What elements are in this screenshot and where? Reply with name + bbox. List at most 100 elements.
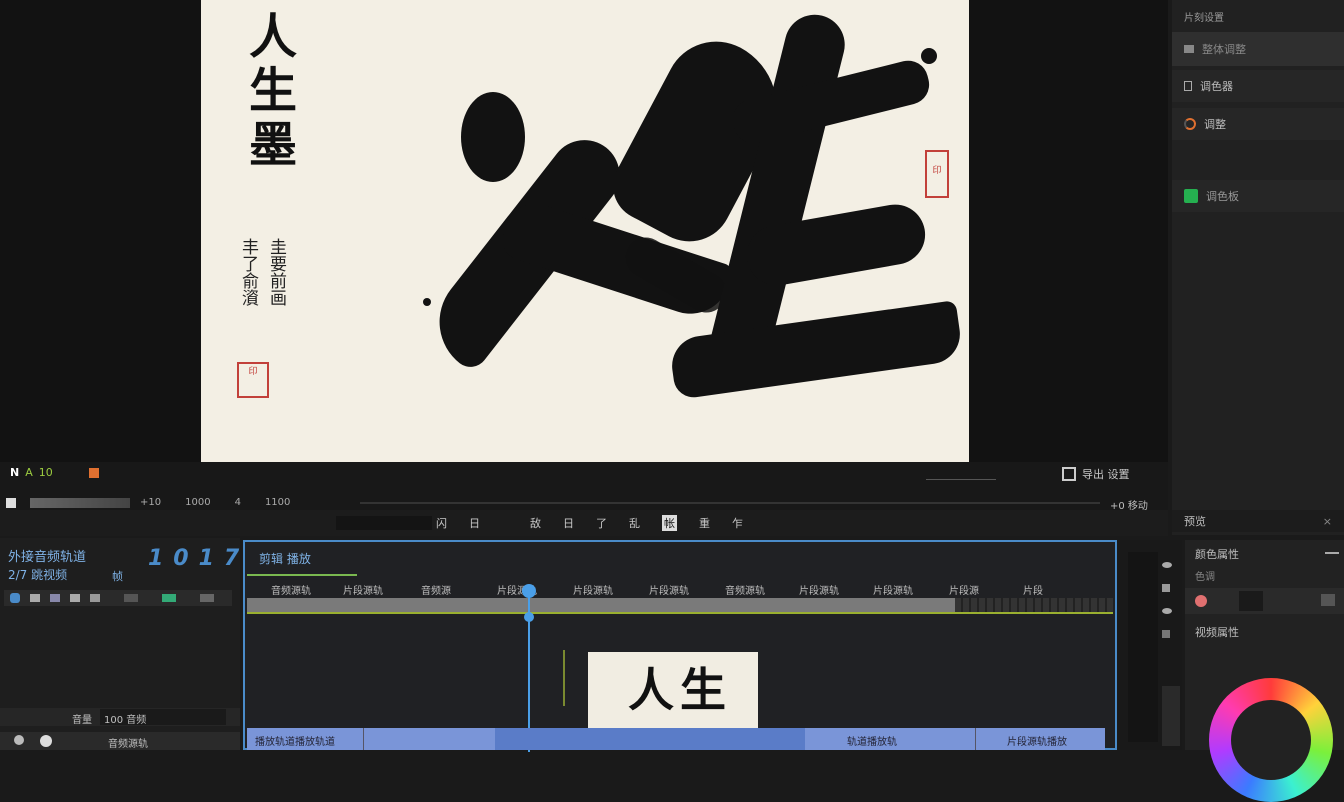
value-field[interactable] [1239, 591, 1263, 611]
bottom-label: 音频源轨 [108, 739, 148, 750]
visibility-icon[interactable] [1162, 608, 1172, 614]
ruler-label: 音频源轨 [725, 586, 765, 597]
color-swatch-icon[interactable] [1195, 595, 1207, 607]
dropdown-icon[interactable] [1321, 594, 1335, 606]
time-field[interactable]: 4 [235, 497, 241, 508]
calligraphy-canvas: 人 生 墨 丰了​俞​澬 圭​要​前​画 印 印 [201, 0, 969, 462]
playhead-knob[interactable] [524, 612, 534, 622]
color-wheel-center [1231, 700, 1311, 780]
time-field[interactable]: 1100 [265, 497, 290, 508]
audio-meter [1128, 552, 1158, 742]
time-fields: +10 1000 4 1100 [140, 497, 290, 508]
record-icon[interactable] [14, 735, 24, 745]
panel-item-palette[interactable]: 调色板 [1172, 180, 1344, 212]
ruler-label: 片段源轨 [873, 586, 913, 597]
ruler-label: 音频源轨 [271, 586, 311, 597]
inscription-col1: 丰了​俞​澬 [238, 238, 258, 306]
export-icon[interactable] [1062, 467, 1076, 481]
volume-field[interactable]: 100 音频 [100, 709, 226, 726]
clip-label: 播放轨道播放轨道 [255, 737, 335, 748]
panel-item-tune[interactable]: 调整 [1172, 108, 1344, 140]
effects-panel: 片刻设置 整体调整 调色器 调整 调色板 预览 × [1172, 0, 1344, 535]
volume-slider[interactable] [926, 468, 996, 480]
export-label[interactable]: 导出 设置 [1082, 466, 1130, 482]
selected-clip[interactable] [495, 728, 805, 750]
preview-viewer: 人 生 墨 丰了​俞​澬 圭​要​前​画 印 印 [0, 0, 1168, 462]
tool-button[interactable]: 帐 [662, 515, 677, 531]
thumbnail-characters: 人生 [628, 663, 732, 717]
side-icons [1162, 562, 1172, 638]
tool-button[interactable]: 了 [596, 515, 607, 531]
tool-icon[interactable] [50, 594, 60, 602]
green-square-icon [1184, 189, 1198, 203]
playhead-handle[interactable] [522, 584, 536, 598]
panel-item-label: 调色器 [1200, 80, 1233, 93]
tool-button[interactable]: 闪 [436, 515, 447, 531]
eye-icon[interactable] [1162, 562, 1172, 568]
clip-divider [363, 728, 364, 750]
left-indicators: N A 10 [10, 466, 99, 479]
lock-icon[interactable] [1162, 584, 1170, 592]
panel-item-label: 调整 [1204, 118, 1226, 131]
seal-stamp-bottom: 印 [237, 362, 269, 398]
tool-icon[interactable] [124, 594, 138, 602]
panel-item-adjust[interactable]: 整体调整 [1172, 32, 1344, 66]
timeline-title: 剪辑 播放 [259, 552, 311, 566]
inspector-section: 视频属性 [1195, 626, 1239, 639]
tool-button[interactable]: 敌 [530, 515, 541, 531]
work-area-line [247, 612, 1113, 614]
mode-label[interactable]: N [10, 466, 19, 479]
export-area: 导出 设置 [1062, 466, 1130, 482]
clip-thumbnail[interactable]: 人生 [588, 652, 758, 728]
palette-icon [1184, 81, 1192, 91]
tool-icon[interactable] [90, 594, 100, 602]
tool-button[interactable]: 乱 [629, 515, 640, 531]
mode-label[interactable]: 10 [39, 466, 53, 479]
ruler-label: 片段源轨 [343, 586, 383, 597]
time-field[interactable]: 1000 [185, 497, 210, 508]
unrendered-bar [955, 598, 1113, 612]
panel-item-color[interactable]: 调色器 [1172, 70, 1344, 102]
panel-item-label: 整体调整 [1202, 43, 1246, 56]
tool-button[interactable]: 重 [699, 515, 710, 531]
field-label: 音量 [72, 715, 92, 726]
in-marker [247, 574, 357, 576]
tool-icon[interactable] [162, 594, 176, 602]
checkbox[interactable] [6, 498, 16, 508]
panel-item-label: 调色板 [1206, 190, 1239, 203]
time-field[interactable]: +10 [140, 497, 161, 508]
bottom-row: 音频源轨 [0, 732, 240, 750]
inspector-panel: 颜色属性 色调 视频属性 [1185, 540, 1344, 802]
color-wheel[interactable] [1209, 678, 1333, 802]
ruler: 音频源轨 片段源轨 音频源 片段源轨 片段源轨 片段源轨 音频源轨 片段源轨 片… [247, 582, 1113, 597]
tool-icon[interactable] [200, 594, 214, 602]
tool-icon[interactable] [70, 594, 80, 602]
track-toolbar [4, 590, 232, 606]
tool-button[interactable]: 日 [563, 515, 574, 531]
settings-icon[interactable] [1162, 630, 1170, 638]
scrollbar[interactable] [1162, 686, 1180, 746]
scrub-track[interactable] [360, 502, 1100, 504]
square-icon[interactable] [88, 467, 99, 478]
panel-footer: 预览 × [1172, 510, 1344, 532]
ruler-label: 片段 [1023, 586, 1043, 597]
layers-icon [1184, 45, 1194, 53]
clip-label: 片段源轨播放 [1007, 737, 1067, 748]
tool-button[interactable]: 日 [469, 515, 480, 531]
inspector-sub: 色调 [1195, 572, 1215, 583]
ruler-label: 片段源轨 [649, 586, 689, 597]
blue-circle-icon[interactable] [10, 593, 20, 603]
track-title: 外接音频轨道 [8, 550, 87, 565]
search-input[interactable] [336, 516, 432, 530]
tool-button[interactable]: 乍 [732, 515, 743, 531]
tool-icon[interactable] [30, 594, 40, 602]
inspector-row [1185, 588, 1344, 614]
ruler-label: 片段源轨 [573, 586, 613, 597]
clip-divider [975, 728, 976, 750]
mode-label[interactable]: A [25, 466, 33, 479]
video-clip-track[interactable]: 播放轨道播放轨道 轨道播放轨 片段源轨播放 [247, 728, 1105, 750]
mute-icon[interactable] [40, 735, 52, 747]
minimize-icon[interactable] [1325, 552, 1339, 554]
close-icon[interactable]: × [1323, 515, 1332, 528]
ring-icon [1184, 118, 1196, 130]
